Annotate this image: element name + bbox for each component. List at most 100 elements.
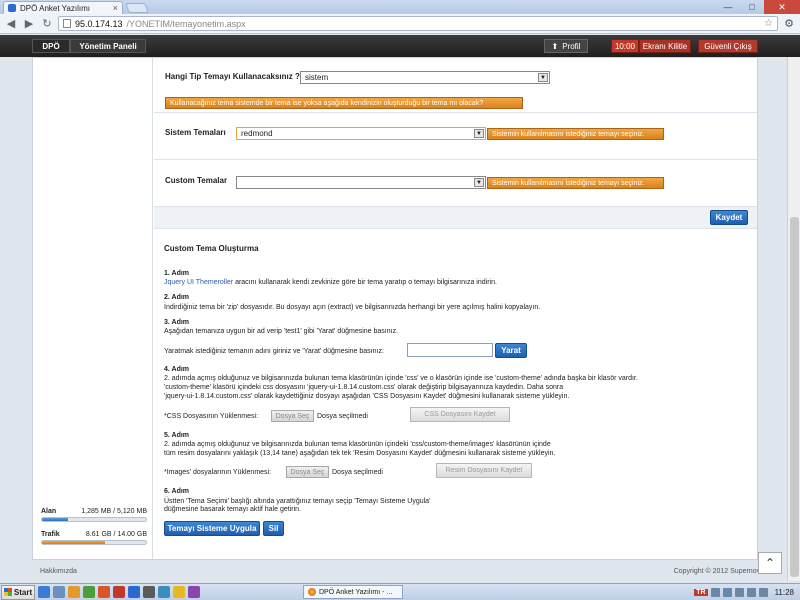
step-1-title: 1. Adım (164, 270, 190, 277)
step-4-line-2: 'custom-theme' klasörü içindeki css dosy… (164, 384, 564, 391)
start-button[interactable]: Start (1, 584, 35, 600)
outlook-icon[interactable] (128, 586, 140, 598)
step-6-line-2: düğmesine basarak temayı aktif hale geti… (164, 506, 301, 513)
custom-theme-heading: Custom Tema Oluşturma (164, 244, 259, 253)
create-theme-button[interactable]: Yarat (495, 343, 527, 358)
step-3-title: 3. Adım (164, 319, 190, 326)
minimize-button[interactable]: — (716, 0, 740, 14)
save-bar: Kaydet (154, 207, 757, 229)
theme-type-select[interactable]: sistem ▼ (300, 71, 550, 84)
chevron-down-icon: ▼ (474, 129, 484, 138)
system-themes-selected: redmond (241, 129, 273, 138)
sidebar: Alan 1,285 MB / 5,120 MB Trafik 8.61 GB … (33, 58, 153, 559)
system-themes-select[interactable]: redmond ▼ (236, 127, 486, 140)
themeroller-link[interactable]: Jquery UI Themeroller (164, 279, 233, 286)
delete-theme-button[interactable]: Sil (263, 521, 284, 536)
start-label: Start (13, 587, 33, 597)
app-header: DPÖ Yönetim Paneli ⬆ Profil 10:00 Ekranı… (0, 35, 800, 57)
step-1-text: Jquery UI Themeroller aracını kullanarak… (164, 278, 497, 287)
browser-tab-strip: DPÖ Anket Yazılımı × — □ ✕ (0, 0, 800, 14)
traffic-quota: Trafik 8.61 GB / 14.00 GB (41, 531, 147, 545)
step-4-line-3: 'jquery-ui-1.8.14.custom.css' olarak kay… (164, 393, 570, 400)
custom-themes-hint: Sistemin kullanılmasını istediğiniz tema… (487, 177, 664, 189)
reload-icon[interactable]: ↻ (40, 17, 54, 31)
bookmark-star-icon[interactable]: ☆ (764, 18, 773, 29)
profile-button[interactable]: ⬆ Profil (544, 39, 588, 53)
images-file-choose-button[interactable]: Dosya Seç (286, 466, 329, 478)
disk-quota-value: 1,285 MB / 5,120 MB (81, 508, 147, 515)
maximize-button[interactable]: □ (740, 0, 764, 14)
tray-security-icon[interactable] (734, 587, 744, 597)
media-icon[interactable] (83, 586, 95, 598)
step-3-text: Aşağıdan temanıza uygun bir ad verip 'te… (164, 328, 399, 335)
css-save-button[interactable]: CSS Dosyasını Kaydet (410, 407, 510, 422)
browser-tab[interactable]: DPÖ Anket Yazılımı × (3, 1, 123, 14)
session-timer: 10:00 (611, 39, 639, 53)
save-button[interactable]: Kaydet (710, 210, 748, 225)
new-tab-button[interactable] (125, 3, 149, 13)
traffic-quota-bar (41, 540, 147, 545)
firefox-icon[interactable] (98, 586, 110, 598)
theme-name-input[interactable] (407, 343, 493, 357)
windows-logo-icon (3, 588, 12, 596)
taskbar-window-item[interactable]: DPÖ Anket Yazılımı - ... (303, 585, 403, 599)
breadcrumb-admin-panel[interactable]: Yönetim Paneli (70, 39, 146, 53)
folder-icon[interactable] (68, 586, 80, 598)
tray-network-icon[interactable] (710, 587, 720, 597)
system-themes-hint: Sistemin kullanılmasını istediğiniz tema… (487, 128, 664, 140)
lock-screen-button[interactable]: Ekranı Kilitle (639, 39, 691, 53)
address-bar[interactable]: 95.0.174.13/YONETIM/temayonetim.aspx ☆ (58, 16, 778, 31)
network-icon[interactable] (158, 586, 170, 598)
chrome-window-icon (308, 588, 316, 596)
step-6-title: 6. Adım (164, 488, 190, 495)
page-favicon-icon (8, 4, 16, 12)
url-host: 95.0.174.13 (75, 18, 123, 29)
tray-volume-icon[interactable] (722, 587, 732, 597)
opera-icon[interactable] (113, 586, 125, 598)
scroll-to-top-button[interactable]: ⌃ (758, 552, 782, 574)
forward-arrow-icon[interactable]: ▶ (22, 17, 36, 31)
disk-quota-fill (42, 518, 68, 521)
custom-themes-select[interactable]: ▼ (236, 176, 486, 189)
browser-tab-title: DPÖ Anket Yazılımı (20, 3, 90, 13)
tray-update-icon[interactable] (746, 587, 756, 597)
theme-type-section: Hangi Tip Temayı Kullanacaksınız ? siste… (154, 58, 757, 113)
step-5-line-2: tüm resim dosyalarını yaklaşık (13,14 ta… (164, 450, 556, 457)
window-close-button[interactable]: ✕ (764, 0, 800, 14)
chevron-down-icon: ▼ (538, 73, 548, 82)
theme-name-prompt: Yaratmak istediğiniz temanın adını girin… (164, 348, 384, 355)
explorer-icon[interactable] (53, 586, 65, 598)
page-container: Alan 1,285 MB / 5,120 MB Trafik 8.61 GB … (32, 57, 758, 560)
main-content: Hangi Tip Temayı Kullanacaksınız ? siste… (154, 58, 757, 559)
disk-quota-label: Alan (41, 508, 57, 515)
theme-type-label: Hangi Tip Temayı Kullanacaksınız ? (165, 72, 300, 81)
app-icon[interactable] (188, 586, 200, 598)
step-5-line-1: 2. adımda açmış olduğunuz ve bilgisarını… (164, 441, 551, 448)
css-file-choose-button[interactable]: Dosya Seç (271, 410, 314, 422)
terminal-icon[interactable] (143, 586, 155, 598)
system-tray: TR 11:28 (694, 584, 800, 600)
tab-close-icon[interactable]: × (113, 3, 118, 13)
about-link[interactable]: Hakkımızda (40, 568, 77, 575)
scrollbar-thumb[interactable] (790, 217, 799, 577)
step-2-title: 2. Adım (164, 294, 190, 301)
page-scrollbar[interactable] (787, 57, 800, 581)
chevron-up-icon: ⌃ (764, 556, 776, 570)
tray-display-icon[interactable] (758, 587, 768, 597)
ie-icon[interactable] (38, 586, 50, 598)
wrench-menu-icon[interactable]: ⚙ (782, 17, 796, 31)
image-save-button[interactable]: Resim Dosyasını Kaydet (436, 463, 532, 478)
step-4-title: 4. Adım (164, 366, 190, 373)
system-themes-label: Sistem Temaları (165, 128, 226, 137)
images-upload-label: *Images' dosyalarının Yüklenmesi: (164, 469, 272, 476)
apply-theme-button[interactable]: Temayı Sisteme Uygula (164, 521, 260, 536)
back-arrow-icon[interactable]: ◀ (4, 17, 18, 31)
step-5-title: 5. Adım (164, 432, 190, 439)
chrome-icon[interactable] (173, 586, 185, 598)
breadcrumb-root[interactable]: DPÖ (32, 39, 70, 53)
logout-button[interactable]: Güvenli Çıkış (698, 39, 758, 53)
traffic-quota-fill (42, 541, 106, 544)
language-indicator[interactable]: TR (694, 588, 708, 596)
browser-toolbar: ◀ ▶ ↻ 95.0.174.13/YONETIM/temayonetim.as… (0, 14, 800, 34)
user-icon: ⬆ (551, 41, 559, 51)
